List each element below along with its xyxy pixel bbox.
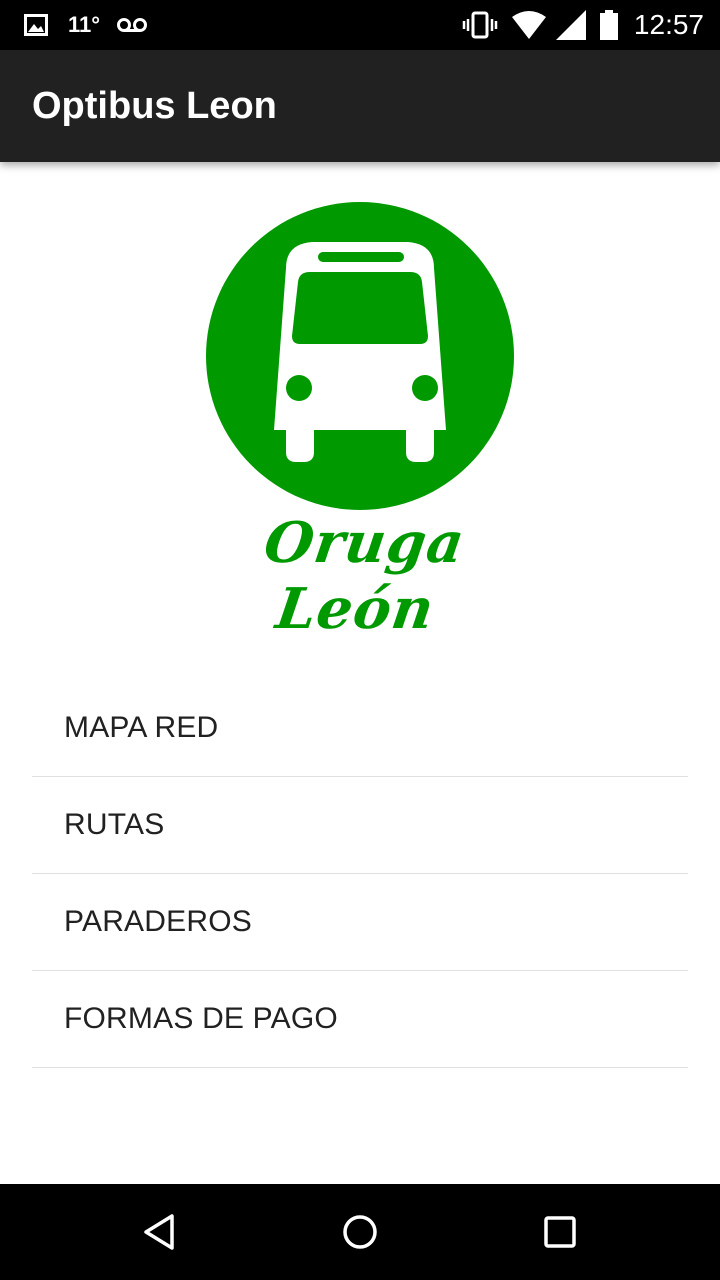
wifi-icon <box>511 11 546 39</box>
main-menu: MAPA RED RUTAS PARADEROS FORMAS DE PAGO <box>32 680 688 1068</box>
status-left: 11° <box>24 0 148 50</box>
status-right: 12:57 <box>462 0 704 50</box>
cell-signal-icon <box>555 10 586 40</box>
recents-icon <box>544 1216 576 1248</box>
battery-icon <box>599 10 618 40</box>
clock-text: 12:57 <box>633 9 704 40</box>
home-button[interactable] <box>312 1184 408 1280</box>
back-button[interactable] <box>112 1184 208 1280</box>
menu-item-label: MAPA RED <box>64 711 219 744</box>
app-logo: Oruga León <box>200 198 520 642</box>
app-bar: Optibus Leon <box>0 50 720 162</box>
menu-item-label: FORMAS DE PAGO <box>64 1002 338 1035</box>
image-notification-icon <box>24 14 48 36</box>
logo-text: Oruga León <box>260 510 469 642</box>
menu-item-mapa-red[interactable]: MAPA RED <box>32 680 688 777</box>
menu-item-label: RUTAS <box>64 808 165 841</box>
temperature-text: 11° <box>68 12 101 37</box>
home-icon <box>343 1215 377 1249</box>
system-nav-bar <box>0 1184 720 1280</box>
voicemail-icon <box>116 17 148 33</box>
status-bar: 11° 12:57 <box>0 0 720 50</box>
back-icon <box>144 1214 174 1250</box>
app-title: Optibus Leon <box>32 85 277 127</box>
menu-item-rutas[interactable]: RUTAS <box>32 777 688 874</box>
menu-item-label: PARADEROS <box>64 905 252 938</box>
vibrate-icon <box>462 11 498 39</box>
main-content: Oruga León MAPA RED RUTAS PARADEROS FORM… <box>0 162 720 1184</box>
recents-button[interactable] <box>512 1184 608 1280</box>
menu-item-formas-de-pago[interactable]: FORMAS DE PAGO <box>32 971 688 1068</box>
menu-item-paraderos[interactable]: PARADEROS <box>32 874 688 971</box>
